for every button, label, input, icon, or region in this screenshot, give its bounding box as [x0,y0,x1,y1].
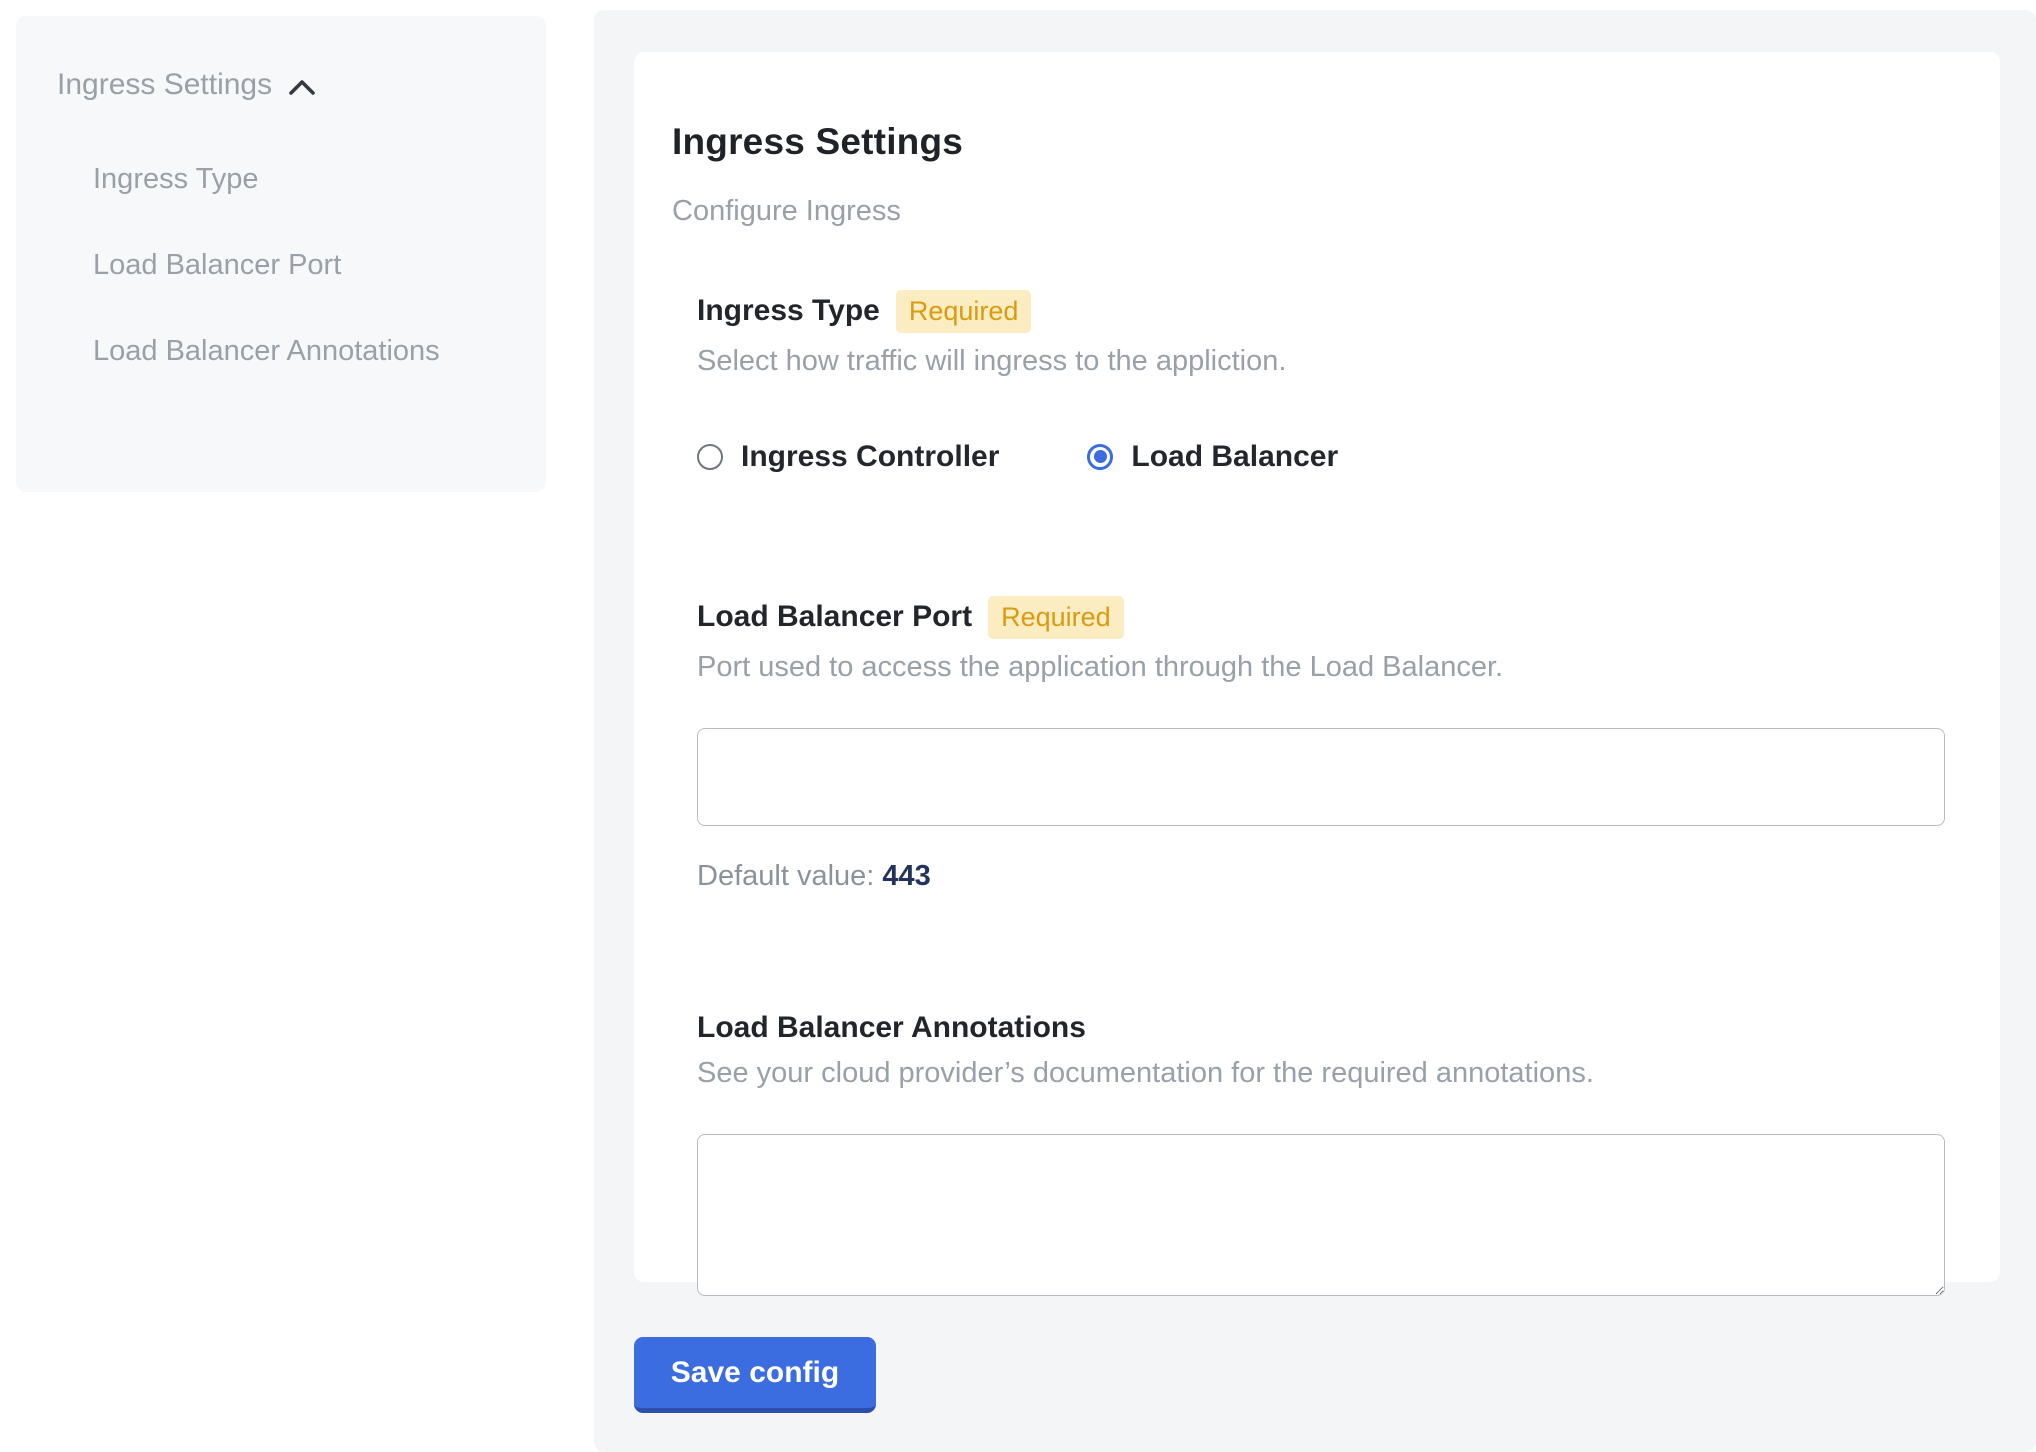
page-subtitle: Configure Ingress [672,195,1944,228]
radio-circle-icon [697,444,723,470]
lb-port-default-line: Default value:443 [697,860,1944,893]
lb-port-label: Load Balancer Port [697,600,972,634]
page-title: Ingress Settings [672,121,1944,163]
section-load-balancer-port: Load Balancer Port Required Port used to… [697,596,1944,893]
sidebar-group-ingress-settings[interactable]: Ingress Settings [57,68,506,101]
ingress-type-label-row: Ingress Type Required [697,290,1944,333]
ingress-settings-card: Ingress Settings Configure Ingress Ingre… [634,52,2000,1282]
ingress-type-radio-group: Ingress Controller Load Balancer [697,440,1944,474]
sidebar-item-list: Ingress Type Load Balancer Port Load Bal… [93,149,506,381]
sidebar-item-load-balancer-port[interactable]: Load Balancer Port [93,235,453,295]
lb-annotations-textarea[interactable] [697,1134,1945,1296]
lb-annotations-label-row: Load Balancer Annotations [697,1011,1944,1045]
default-value: 443 [882,860,930,892]
section-load-balancer-annotations: Load Balancer Annotations See your cloud… [697,1011,1944,1296]
radio-load-balancer[interactable]: Load Balancer [1087,440,1338,474]
save-config-button[interactable]: Save config [634,1337,876,1413]
sidebar-item-ingress-type[interactable]: Ingress Type [93,149,453,209]
radio-ingress-controller[interactable]: Ingress Controller [697,440,999,474]
required-badge: Required [988,596,1124,639]
required-badge: Required [896,290,1032,333]
lb-annotations-label: Load Balancer Annotations [697,1011,1086,1045]
lb-port-help: Port used to access the application thro… [697,651,1944,684]
sidebar-group-label: Ingress Settings [57,68,272,101]
config-main-panel: Ingress Settings Configure Ingress Ingre… [594,10,2036,1452]
ingress-type-label: Ingress Type [697,294,880,328]
radio-load-balancer-label: Load Balancer [1131,440,1338,474]
default-value-label: Default value: [697,860,874,892]
settings-sidebar: Ingress Settings Ingress Type Load Balan… [16,16,546,492]
radio-circle-selected-icon [1087,444,1113,470]
lb-annotations-help: See your cloud provider’s documentation … [697,1057,1944,1090]
ingress-type-help: Select how traffic will ingress to the a… [697,345,1944,378]
sections-container: Ingress Type Required Select how traffic… [697,290,1944,1296]
section-ingress-type: Ingress Type Required Select how traffic… [697,290,1944,474]
sidebar-item-load-balancer-annotations[interactable]: Load Balancer Annotations [93,321,453,381]
chevron-up-icon [288,78,316,96]
radio-ingress-controller-label: Ingress Controller [741,440,999,474]
lb-port-label-row: Load Balancer Port Required [697,596,1944,639]
lb-port-input[interactable] [697,728,1945,826]
